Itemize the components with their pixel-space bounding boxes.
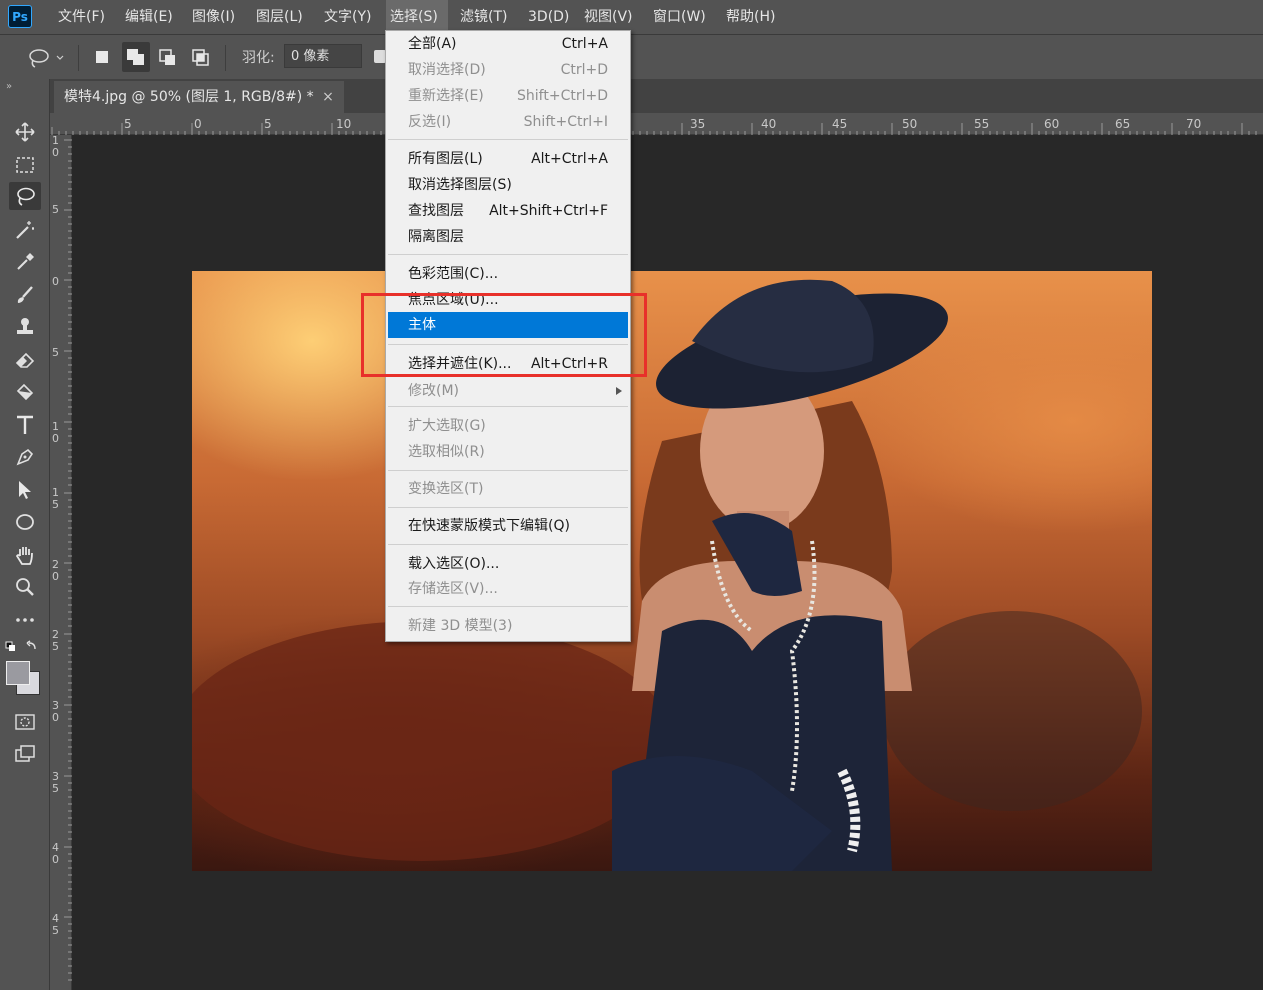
submenu-arrow-icon — [616, 387, 622, 395]
menu-item-inverse[interactable]: 反选(I) Shift+Ctrl+I — [386, 109, 630, 135]
menu-edit[interactable]: 编辑(E) — [121, 0, 177, 34]
tools-panel: » — [0, 79, 50, 990]
ruler-label: 5 — [264, 117, 272, 131]
ruler-label: 50 — [902, 117, 918, 131]
menu-item-find-layers[interactable]: 查找图层 Alt+Shift+Ctrl+F — [386, 198, 630, 224]
feather-input[interactable]: 0 像素 — [284, 44, 362, 68]
menu-separator — [388, 406, 628, 407]
brush-icon[interactable] — [9, 280, 41, 308]
panel-collapse-icon[interactable]: » — [6, 81, 12, 92]
ruler-label: 1 0 — [52, 420, 59, 445]
menu-item-load-selection[interactable]: 载入选区(O)... — [386, 551, 630, 577]
ruler-label: 60 — [1044, 117, 1060, 131]
magic-wand-icon[interactable] — [9, 215, 41, 243]
menu-item-save-selection[interactable]: 存储选区(V)... — [386, 576, 630, 602]
menu-select[interactable]: 选择(S) — [386, 0, 448, 34]
menu-item-similar[interactable]: 选取相似(R) — [386, 439, 630, 465]
stamp-icon[interactable] — [9, 312, 41, 340]
ruler-label: 55 — [974, 117, 990, 131]
pen-icon[interactable] — [9, 442, 41, 470]
path-select-icon[interactable] — [9, 475, 41, 503]
ruler-label: 4 0 — [52, 841, 59, 866]
menu-3d[interactable]: 3D(D) — [524, 0, 573, 34]
lasso-icon — [29, 49, 64, 68]
ruler-label: 3 0 — [52, 699, 59, 724]
menu-file[interactable]: 文件(F) — [54, 0, 109, 34]
subtract-selection-icon[interactable] — [158, 48, 176, 66]
menu-separator — [388, 507, 628, 508]
ruler-label: 35 — [690, 117, 706, 131]
ruler-label: 5 — [52, 346, 59, 359]
ruler-label: 2 5 — [52, 628, 59, 653]
photoshop-logo-icon: Ps — [8, 5, 32, 28]
menu-item-color-range[interactable]: 色彩范围(C)... — [386, 261, 630, 287]
feather-label: 羽化: — [242, 50, 275, 66]
menu-bar: Ps 文件(F) 编辑(E) 图像(I) 图层(L) 文字(Y) 选择(S) 滤… — [0, 0, 1263, 34]
options-bar: 羽化: 0 像素 — [0, 34, 1263, 79]
menu-item-deselect[interactable]: 取消选择(D) Ctrl+D — [386, 57, 630, 83]
ruler-label: 5 — [124, 117, 132, 131]
menu-item-select-all[interactable]: 全部(A) Ctrl+A — [386, 31, 630, 57]
zoom-icon[interactable] — [9, 572, 41, 600]
tab-close-icon[interactable]: × — [318, 81, 338, 113]
ruler-horizontal: 5 0 5 10 35 40 45 50 55 60 65 70 — [50, 113, 1263, 135]
menu-item-deselect-layers[interactable]: 取消选择图层(S) — [386, 172, 630, 198]
ruler-label: 45 — [832, 117, 848, 131]
menu-item-transform-selection[interactable]: 变换选区(T) — [386, 476, 630, 502]
menu-layer[interactable]: 图层(L) — [252, 0, 307, 34]
ruler-label: 5 — [52, 203, 59, 216]
menu-item-isolate-layers[interactable]: 隔离图层 — [386, 224, 630, 250]
ruler-vertical: 1 0 5 0 5 1 0 1 5 2 0 2 5 3 0 3 5 4 0 4 … — [50, 135, 72, 990]
menu-separator — [388, 606, 628, 607]
lasso-icon[interactable] — [9, 182, 41, 210]
ruler-label: 1 5 — [52, 486, 59, 511]
menu-filter[interactable]: 滤镜(T) — [456, 0, 511, 34]
ruler-label: 40 — [761, 117, 777, 131]
ruler-label: 70 — [1186, 117, 1202, 131]
menu-item-modify[interactable]: 修改(M) — [386, 378, 630, 404]
ruler-label: 65 — [1115, 117, 1131, 131]
ruler-label: 0 — [52, 275, 59, 288]
document-tab[interactable]: 模特4.jpg @ 50% (图层 1, RGB/8#) * — [54, 81, 344, 113]
screen-mode-icon[interactable] — [9, 739, 41, 767]
menu-item-quick-mask[interactable]: 在快速蒙版模式下编辑(Q) — [386, 513, 630, 539]
ruler-label: 0 — [194, 117, 202, 131]
hand-icon[interactable] — [9, 540, 41, 568]
ruler-label: 10 — [336, 117, 352, 131]
move-icon[interactable] — [9, 117, 41, 145]
annotation-highlight-box — [361, 293, 647, 377]
document-image[interactable] — [192, 271, 1152, 871]
menu-item-grow[interactable]: 扩大选取(G) — [386, 413, 630, 439]
marquee-icon[interactable] — [9, 150, 41, 178]
swap-colors-icon[interactable] — [5, 639, 39, 655]
eraser-icon[interactable] — [9, 345, 41, 373]
menu-item-all-layers[interactable]: 所有图层(L) Alt+Ctrl+A — [386, 146, 630, 172]
ruler-label: 3 5 — [52, 770, 59, 795]
ellipse-icon[interactable] — [9, 507, 41, 535]
new-selection-icon[interactable] — [93, 48, 111, 66]
menu-window[interactable]: 窗口(W) — [649, 0, 710, 34]
tool-preset-picker[interactable] — [26, 47, 66, 69]
color-swatch-icon[interactable] — [6, 661, 42, 697]
paint-bucket-icon[interactable] — [9, 377, 41, 405]
menu-help[interactable]: 帮助(H) — [722, 0, 779, 34]
menu-type[interactable]: 文字(Y) — [320, 0, 375, 34]
quick-mask-icon[interactable] — [9, 707, 41, 735]
eyedropper-icon[interactable] — [9, 247, 41, 275]
more-tools-icon[interactable] — [9, 605, 41, 633]
menu-item-new-3d-model[interactable]: 新建 3D 模型(3) — [386, 613, 630, 639]
menu-view[interactable]: 视图(V) — [580, 0, 637, 34]
type-icon[interactable] — [9, 410, 41, 438]
menu-item-reselect[interactable]: 重新选择(E) Shift+Ctrl+D — [386, 83, 630, 109]
add-selection-icon[interactable] — [122, 42, 150, 72]
menu-separator — [388, 470, 628, 471]
intersect-selection-icon[interactable] — [191, 48, 209, 66]
menu-separator — [388, 139, 628, 140]
ruler-label: 1 0 — [52, 134, 59, 159]
ruler-label: 2 0 — [52, 558, 59, 583]
ruler-label: 4 5 — [52, 912, 59, 937]
menu-separator — [388, 254, 628, 255]
menu-image[interactable]: 图像(I) — [188, 0, 239, 34]
menu-separator — [388, 544, 628, 545]
